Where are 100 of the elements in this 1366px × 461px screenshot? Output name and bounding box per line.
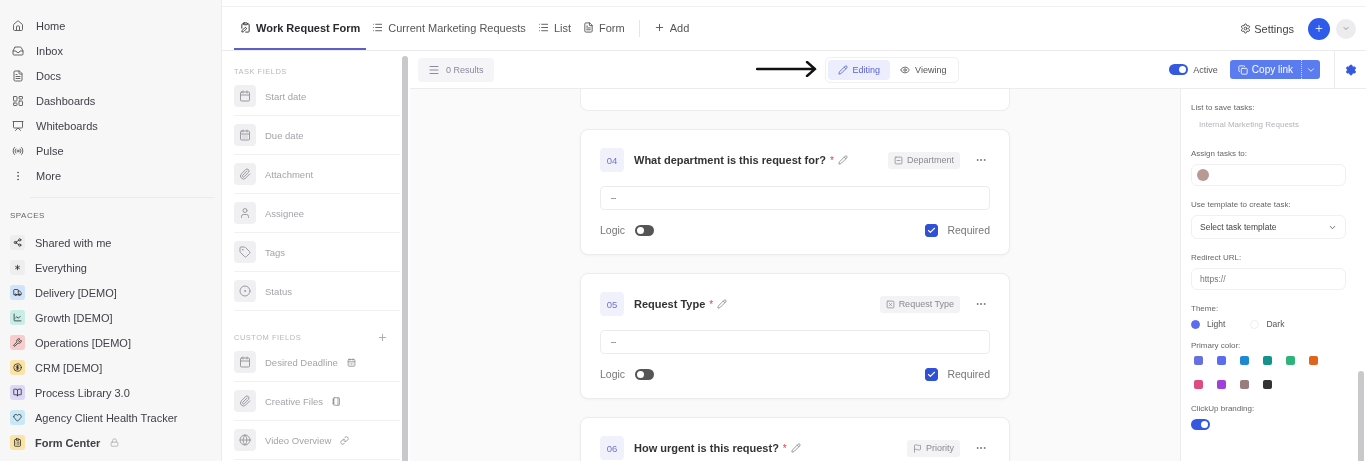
color-swatch[interactable] (1240, 356, 1249, 365)
status-icon (234, 280, 256, 302)
space-item[interactable]: Shared with me (6, 230, 215, 255)
url-field[interactable]: https:// (1191, 268, 1346, 290)
color-swatch[interactable] (1263, 380, 1272, 389)
pencil-icon (837, 64, 848, 75)
space-item[interactable]: Delivery [DEMO] (6, 280, 215, 305)
setting-label: List to save tasks: (1191, 103, 1256, 112)
logic-toggle[interactable] (635, 368, 655, 380)
answer-field[interactable]: – (600, 330, 990, 354)
mode-tab[interactable]: Editing (827, 59, 891, 80)
nav-item[interactable]: Whiteboards (6, 113, 215, 138)
space-item[interactable]: Operations [DEMO] (6, 330, 215, 355)
nav-item[interactable]: Docs (6, 63, 215, 88)
nav-item[interactable]: Pulse (6, 138, 215, 163)
mode-tab[interactable]: Viewing (890, 59, 957, 80)
color-swatch[interactable] (1240, 380, 1249, 389)
dropdown-button[interactable] (1336, 18, 1356, 39)
pulse-icon (12, 144, 24, 157)
document-icon (12, 69, 24, 82)
active-toggle[interactable] (1169, 64, 1189, 75)
nav-item[interactable]: Dashboards (6, 88, 215, 113)
required-mark: * (782, 442, 787, 454)
field-type-tag: Priority (907, 439, 960, 457)
color-swatch[interactable] (1263, 356, 1272, 365)
space-item[interactable]: Agency Client Health Tracker (6, 405, 215, 430)
arrow-icon (755, 60, 818, 77)
copy-link-button[interactable]: Copy link (1229, 60, 1301, 79)
question-title: How urgent is this request? (634, 442, 779, 454)
question-number: 04 (600, 148, 624, 172)
tag-icon (234, 241, 256, 263)
answer-field[interactable]: – (600, 186, 990, 210)
space-item[interactable]: Everything (6, 255, 215, 280)
scrollbar[interactable] (1358, 371, 1364, 461)
settings-button[interactable]: Settings (1234, 7, 1300, 50)
space-item[interactable]: CRM [DEMO] (6, 355, 215, 380)
assignee-field[interactable] (1191, 164, 1346, 186)
color-swatch[interactable] (1194, 356, 1203, 365)
nav-item[interactable]: Home (6, 13, 215, 38)
add-button[interactable] (1308, 17, 1330, 40)
add-view-link[interactable]: Add (647, 7, 696, 50)
paperclip-icon (234, 390, 256, 412)
plus-icon[interactable] (377, 331, 388, 343)
nav-item[interactable]: More (6, 163, 215, 188)
home-icon (12, 19, 24, 32)
space-name: Shared with me (35, 236, 112, 249)
list-name: Internal Marketing Requests (1198, 119, 1301, 129)
link-icon (340, 435, 350, 445)
color-swatch[interactable] (1309, 356, 1318, 365)
space-name: Growth [DEMO] (35, 311, 113, 324)
color-swatch[interactable] (1217, 380, 1226, 389)
person-icon (234, 202, 256, 224)
color-swatch[interactable] (1194, 380, 1203, 389)
required-mark: * (709, 298, 714, 310)
radio-button[interactable] (1191, 319, 1200, 329)
space-name: Operations [DEMO] (35, 336, 131, 349)
space-item[interactable]: Form Center (6, 430, 215, 455)
space-name: Delivery [DEMO] (35, 286, 117, 299)
section-heading: SPACES (9, 210, 46, 222)
square-icon (885, 299, 895, 309)
question-title: What department is this request for? (634, 154, 826, 166)
setting-label: Assign tasks to: (1191, 149, 1249, 158)
branding-toggle[interactable] (1191, 419, 1210, 430)
question-title: Request Type (634, 298, 706, 310)
space-name: CRM [DEMO] (35, 361, 103, 374)
view-tab[interactable]: Current Marketing Requests (366, 7, 532, 50)
space-name: Agency Client Health Tracker (35, 411, 178, 424)
globe-icon (234, 429, 256, 451)
eye-icon (900, 64, 911, 75)
view-tab[interactable]: Work Request Form (234, 7, 367, 50)
checkbox[interactable] (925, 367, 939, 381)
space-name: Form Center (35, 436, 101, 449)
nav-item[interactable]: Inbox (6, 38, 215, 63)
calendar-icon (234, 351, 256, 373)
checkbox[interactable] (925, 223, 939, 237)
setting-label: Primary color: (1191, 341, 1242, 350)
view-tab[interactable]: Form (577, 7, 631, 50)
dropdown-button[interactable] (1301, 60, 1320, 79)
space-name: Everything (35, 261, 87, 274)
pencil-icon[interactable] (837, 155, 848, 165)
pencil-icon[interactable] (790, 443, 801, 453)
space-item[interactable]: Process Library 3.0 (6, 380, 215, 405)
list-icon (428, 63, 440, 76)
space-item[interactable]: Growth [DEMO] (6, 305, 215, 330)
setting-label: Redirect URL: (1191, 253, 1243, 262)
toggle-label: Active (1193, 64, 1218, 75)
space-name: Process Library 3.0 (35, 386, 130, 399)
scrollbar[interactable] (402, 56, 408, 461)
pencil-icon[interactable] (717, 299, 728, 309)
logic-label: Logic (600, 224, 626, 236)
color-swatch[interactable] (1217, 356, 1226, 365)
color-swatch[interactable] (1286, 356, 1295, 365)
template-select[interactable]: Select task template (1191, 215, 1346, 239)
square-icon (893, 155, 903, 165)
settings-icon[interactable] (1344, 63, 1357, 76)
option-label: Dark (1266, 319, 1285, 329)
view-tab[interactable]: List (531, 7, 577, 50)
check-icon (927, 369, 937, 379)
logic-toggle[interactable] (635, 224, 655, 236)
plus-icon (1314, 22, 1324, 35)
